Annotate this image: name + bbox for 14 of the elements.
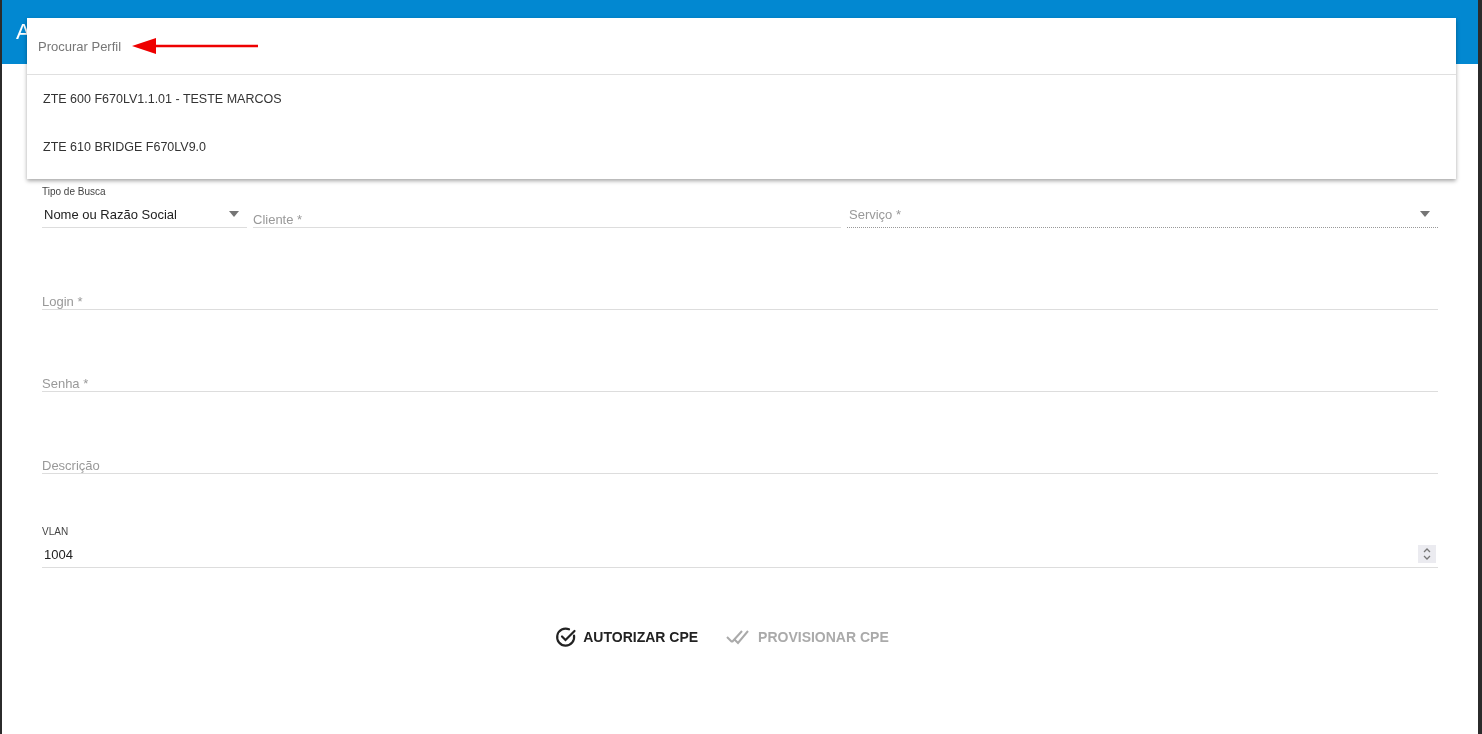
profile-option[interactable]: ZTE 600 F670LV1.1.01 - TESTE MARCOS	[27, 75, 1456, 123]
caret-icon	[1420, 211, 1430, 217]
input-field[interactable]: Login *	[42, 294, 1438, 310]
search-type-select[interactable]: Tipo de Busca Nome ou Razão Social	[42, 186, 247, 228]
input-field[interactable]: Descrição	[42, 458, 1438, 474]
caret-icon	[229, 211, 239, 217]
vlan-field[interactable]: VLAN 1004	[42, 526, 1438, 568]
input-field[interactable]: Senha *	[42, 376, 1438, 392]
profile-search-field[interactable]: Procurar Perfil	[38, 38, 124, 54]
spinner-icon[interactable]	[1418, 545, 1436, 563]
authorize-button[interactable]: AUTORIZAR CPE	[555, 620, 699, 654]
profile-option[interactable]: ZTE 610 BRIDGE F670LV9.0	[27, 123, 1456, 171]
check-circle-icon	[555, 626, 578, 648]
client-field[interactable]: Cliente *	[253, 212, 841, 228]
